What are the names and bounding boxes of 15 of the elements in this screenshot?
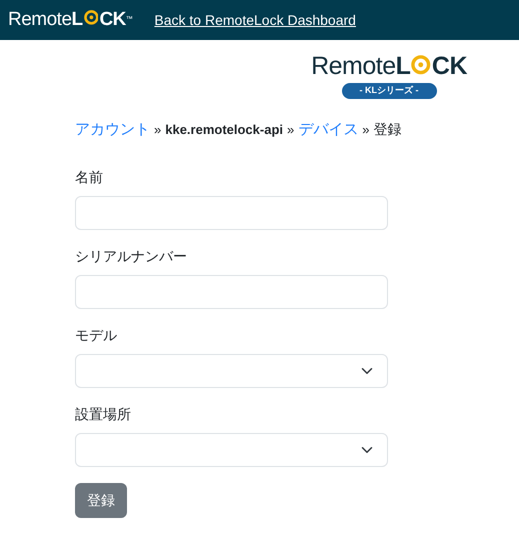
- breadcrumb-separator: »: [362, 120, 370, 138]
- breadcrumb-separator: »: [154, 120, 162, 138]
- field-label: シリアルナンバー: [75, 247, 188, 266]
- field-label: 設置場所: [75, 405, 132, 424]
- breadcrumb-current: 登録: [373, 120, 402, 138]
- breadcrumb-link[interactable]: アカウント: [75, 118, 150, 141]
- breadcrumb-item: kke.remotelock-api: [165, 120, 284, 139]
- field-label: モデル: [75, 326, 118, 345]
- breadcrumb-separator: »: [287, 120, 294, 138]
- brand-logo: RemoteL CK: [311, 54, 467, 79]
- logo: RemoteL CK$^{™}$: [8, 8, 132, 32]
- dashboard-link[interactable]: Back to RemoteLock Dashboard: [154, 10, 356, 30]
- breadcrumb-link[interactable]: デバイス: [298, 118, 358, 141]
- field-label: 名前: [75, 168, 104, 187]
- series-tag: - KLシリーズ -: [342, 83, 437, 98]
